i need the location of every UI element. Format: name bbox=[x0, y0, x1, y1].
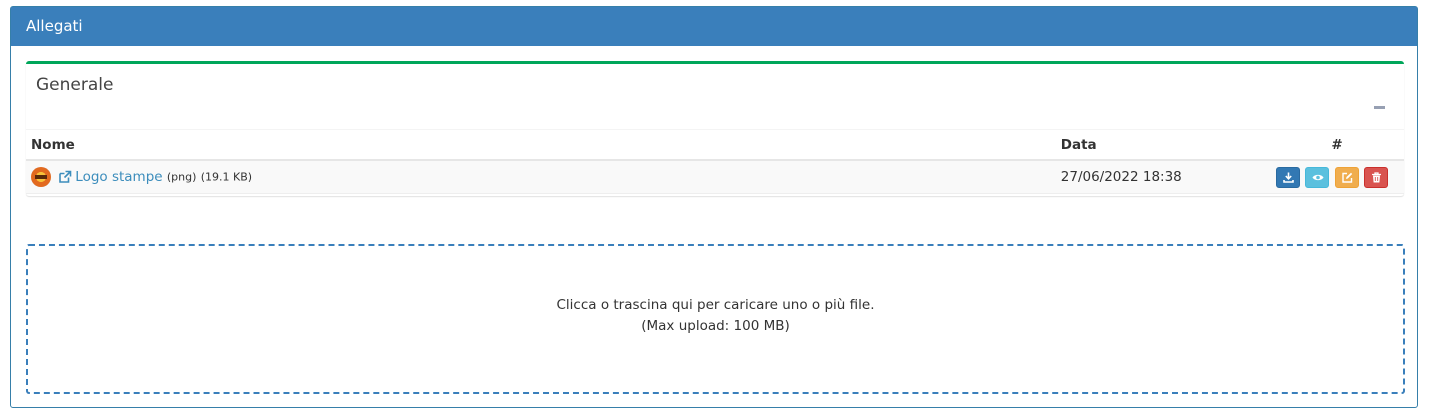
dropzone-max-upload: (Max upload: 100 MB) bbox=[641, 318, 790, 334]
trash-icon bbox=[1372, 171, 1381, 182]
edit-icon bbox=[1342, 172, 1352, 183]
attachments-table: Nome Data # Logo stampe (png) (19.1 KB) bbox=[26, 130, 1404, 194]
actions-cell bbox=[1270, 160, 1404, 194]
dropzone-message: Clicca o trascina qui per caricare uno o… bbox=[28, 295, 1403, 337]
collapse-button[interactable] bbox=[1374, 102, 1386, 114]
table-row: Logo stampe (png) (19.1 KB) 27/06/2022 1… bbox=[26, 160, 1404, 194]
box-header: Generale bbox=[26, 64, 1404, 130]
delete-button[interactable] bbox=[1364, 166, 1388, 188]
file-link[interactable]: Logo stampe bbox=[75, 169, 162, 185]
general-box: Generale Nome Data # Logo stampe (png) (… bbox=[26, 61, 1404, 196]
panel-title: Allegati bbox=[11, 7, 1417, 46]
view-button[interactable] bbox=[1305, 166, 1330, 188]
file-date: 27/06/2022 18:38 bbox=[1055, 160, 1271, 194]
upload-dropzone[interactable]: Clicca o trascina qui per caricare uno o… bbox=[26, 244, 1405, 394]
eye-icon bbox=[1312, 174, 1324, 180]
logo-thumbnail bbox=[31, 167, 51, 187]
dropzone-instructions: Clicca o trascina qui per caricare uno o… bbox=[556, 297, 875, 313]
table-header-row: Nome Data # bbox=[26, 130, 1404, 161]
external-link-icon[interactable] bbox=[58, 170, 72, 184]
download-button[interactable] bbox=[1276, 166, 1301, 188]
column-header-actions: # bbox=[1270, 130, 1404, 161]
column-header-date: Data bbox=[1055, 130, 1271, 161]
attachments-panel: Allegati Generale Nome Data # Logo stamp… bbox=[10, 6, 1418, 408]
box-title: Generale bbox=[36, 75, 114, 95]
download-icon bbox=[1283, 172, 1294, 183]
file-size: (19.1 KB) bbox=[200, 170, 253, 184]
edit-button[interactable] bbox=[1334, 166, 1359, 188]
file-name-cell: Logo stampe (png) (19.1 KB) bbox=[26, 160, 1056, 194]
file-type: (png) bbox=[166, 170, 197, 184]
column-header-name: Nome bbox=[26, 130, 1056, 161]
